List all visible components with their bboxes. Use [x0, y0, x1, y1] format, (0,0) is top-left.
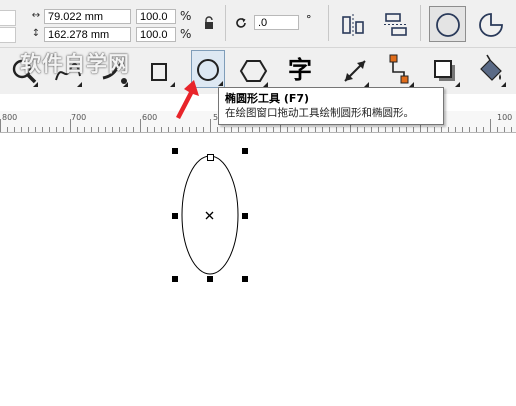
- selection-handle-middle-right[interactable]: [242, 213, 248, 219]
- fill-tool[interactable]: [474, 51, 508, 89]
- selection-handle-top-right[interactable]: [242, 148, 248, 154]
- drawing-surface: [181, 155, 239, 275]
- degree-label: °: [306, 13, 312, 26]
- tooltip-description: 在绘图窗口拖动工具绘制圆形和椭圆形。: [225, 107, 414, 119]
- mirror-horizontal-button[interactable]: [336, 8, 370, 40]
- height-arrows-icon: ↕: [31, 28, 41, 39]
- flyout-arrow-icon: [123, 82, 128, 87]
- flyout-arrow-icon: [501, 82, 506, 87]
- pie-mode-button[interactable]: [472, 6, 509, 42]
- flyout-arrow-icon: [77, 82, 82, 87]
- object-height-field[interactable]: 162.278 mm: [44, 27, 131, 42]
- selection-handle-middle-left[interactable]: [172, 213, 178, 219]
- ellipse-tool-tooltip: 椭圆形工具 (F7) 在绘图窗口拖动工具绘制圆形和椭圆形。: [218, 87, 444, 125]
- rotation-angle-field[interactable]: .0: [254, 15, 299, 30]
- x-position-field[interactable]: [0, 10, 16, 26]
- connector-tool[interactable]: [382, 51, 416, 89]
- ruler-label: 800: [2, 113, 18, 122]
- mirror-vertical-button[interactable]: [378, 8, 412, 40]
- tooltip-title: 椭圆形工具 (F7): [225, 92, 310, 105]
- watermark-text: 软件自学网: [20, 52, 130, 76]
- separator: [225, 5, 226, 41]
- y-position-field[interactable]: [0, 27, 16, 43]
- ruler-label: 700: [71, 113, 87, 122]
- mirror-vertical-icon: [383, 13, 409, 40]
- width-arrows-icon: ↔: [31, 10, 41, 21]
- scale-x-field[interactable]: 100.0: [136, 9, 176, 24]
- text-icon: 字: [288, 56, 312, 84]
- percent-y-label: %: [180, 27, 192, 41]
- dimension-tool[interactable]: [337, 51, 371, 89]
- selection-handle-bottom-center[interactable]: [207, 276, 213, 282]
- ruler-label: 600: [142, 113, 158, 122]
- flyout-arrow-icon: [33, 82, 38, 87]
- property-bar: ↔ 79.022 mm ↕ 162.278 mm 100.0 100.0 % %…: [0, 0, 516, 48]
- selection-handle-bottom-left[interactable]: [172, 276, 178, 282]
- rotate-icon: [234, 16, 248, 33]
- scale-y-field[interactable]: 100.0: [136, 27, 176, 42]
- drop-shadow-tool[interactable]: [428, 51, 462, 89]
- text-tool[interactable]: 字: [284, 51, 318, 89]
- separator: [328, 5, 329, 41]
- object-width-field[interactable]: 79.022 mm: [44, 9, 131, 24]
- pie-mode-icon: [478, 12, 504, 41]
- ellipse-mode-button[interactable]: [429, 6, 466, 42]
- flyout-arrow-icon: [455, 82, 460, 87]
- selection-handle-top-left[interactable]: [172, 148, 178, 154]
- polygon-tool[interactable]: [236, 51, 270, 89]
- mirror-horizontal-icon: [341, 13, 367, 40]
- drawing-canvas[interactable]: [0, 133, 516, 406]
- ellipse-mode-icon: [435, 12, 461, 41]
- flyout-arrow-icon: [218, 81, 223, 86]
- percent-x-label: %: [180, 9, 192, 23]
- separator: [420, 5, 421, 41]
- lock-icon[interactable]: [203, 16, 215, 33]
- selection-handle-bottom-right[interactable]: [242, 276, 248, 282]
- ruler-label: 100: [497, 113, 513, 122]
- node-handle-top[interactable]: [207, 154, 214, 161]
- pointer-arrow-icon: [176, 80, 199, 119]
